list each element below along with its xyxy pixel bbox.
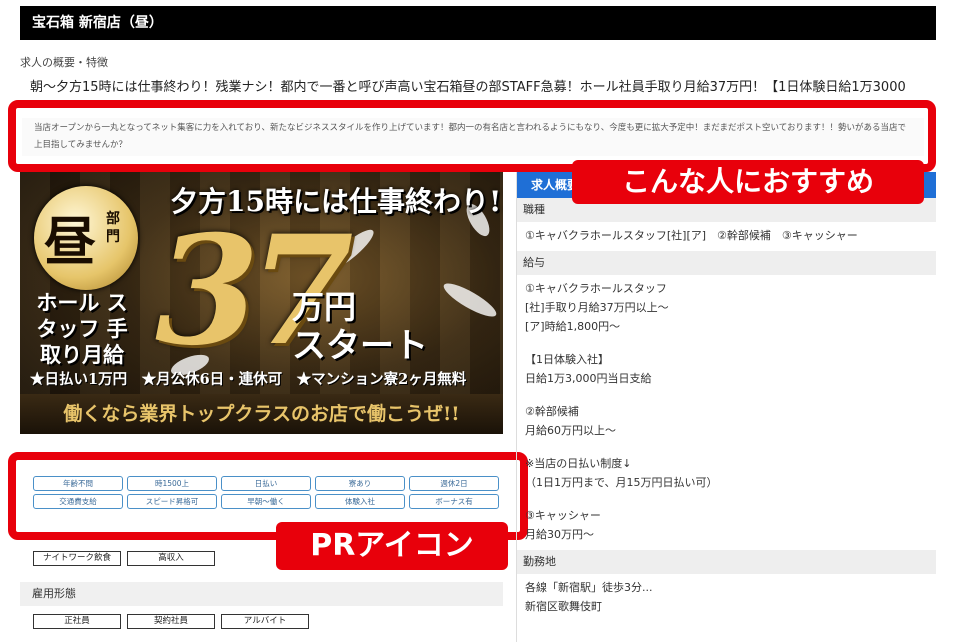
category-tag: ナイトワーク飲食 [33, 551, 121, 566]
seal-emblem: 昼 部門 [34, 186, 138, 290]
employment-tag: 正社員 [33, 614, 121, 629]
summary-heading-location: 勤務地 [517, 550, 936, 574]
summary-body-job: ①キャバクラホールスタッフ[社][ア] ②幹部候補 ③キャッシャー [525, 229, 858, 242]
category-tags: ナイトワーク飲食 高収入 [33, 551, 215, 566]
banner-bullets: ★日払い1万円 ★月公休6日・連休可 ★マンション寮2ヶ月無料 [30, 371, 467, 388]
summary-body-salary: ①キャバクラホールスタッフ [社]手取り月給37万円以上〜 [ア]時給1,800… [525, 282, 718, 541]
overview-label: 求人の概要・特徴 [20, 56, 108, 69]
pr-icon-callout: PRアイコン [276, 522, 508, 570]
job-summary-panel: 求人概要 職種 ①キャバクラホールスタッフ[社][ア] ②幹部候補 ③キャッシャ… [516, 172, 936, 642]
recommend-callout: こんな人におすすめ [572, 160, 924, 204]
catchcopy: 朝〜夕方15時には仕事終わり！残業ナシ！都内で一番と呼び声高い宝石箱昼の部STA… [30, 80, 906, 94]
recruit-banner: 昼 部門 夕方15時には仕事終わり!! 37 万円 スタート ホール スタッフ … [20, 172, 503, 434]
employment-tag: 契約社員 [127, 614, 215, 629]
page-header: 宝石箱 新宿店（昼） [20, 6, 936, 40]
category-tag: 高収入 [127, 551, 215, 566]
employment-tags: 正社員 契約社員 アルバイト [33, 614, 309, 629]
banner-bottom-line: 働くなら業界トップクラスのお店で働こうぜ!! [20, 394, 503, 434]
summary-body-location: 各線「新宿駅」徒歩3分... 新宿区歌舞伎町 [525, 581, 653, 613]
employment-heading: 雇用形態 [20, 582, 503, 606]
employment-tag: アルバイト [221, 614, 309, 629]
banner-left-text: ホール スタッフ 手取り月給 [36, 290, 128, 367]
summary-heading-salary: 給与 [517, 251, 936, 275]
banner-start: スタート [292, 326, 428, 366]
